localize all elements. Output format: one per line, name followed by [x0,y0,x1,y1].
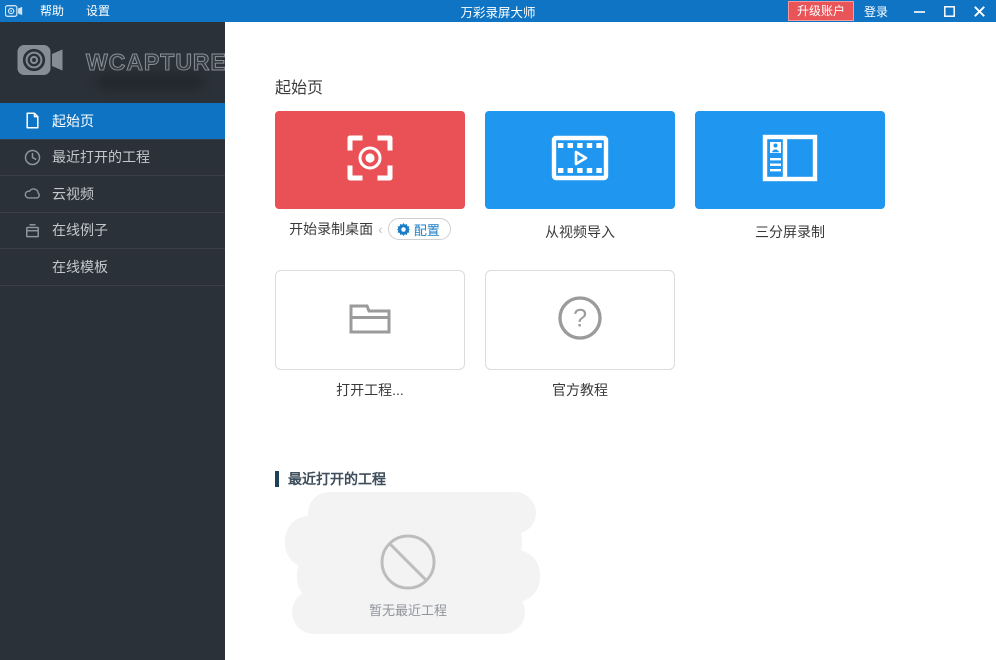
chevron-left-icon: ‹ [378,222,383,236]
minimize-icon [914,6,925,17]
card-label: 开始录制桌面 [289,219,373,239]
blurred-watermark [96,74,204,90]
no-entry-icon [379,533,437,596]
card-label: 从视频导入 [545,222,615,242]
official-tutorial-card[interactable]: ? [485,270,675,370]
split-screen-icon [762,134,818,187]
open-project-label-row: 打开工程... [275,380,465,400]
video-import-label-row: 从视频导入 [485,222,675,242]
question-icon: ? [556,294,604,347]
video-import-card[interactable] [485,111,675,209]
sidebar-item-label: 起始页 [52,111,94,131]
login-button[interactable]: 登录 [864,3,888,20]
sidebar-item-cloud-video[interactable]: 云视频 [0,176,225,213]
sidebar-item-online-templates[interactable]: 在线模板 [0,249,225,286]
brand-name: WCAPTURE [86,49,227,76]
camera-logo-icon [16,41,64,84]
section-accent-bar [275,471,279,487]
card-label: 打开工程... [336,380,404,400]
window-title: 万彩录屏大师 [460,2,535,21]
maximize-icon [944,6,955,17]
maximize-button[interactable] [934,0,964,22]
svg-text:?: ? [573,304,587,332]
sidebar-item-label: 最近打开的工程 [52,147,150,167]
box-icon [24,222,41,239]
clock-icon [24,149,41,166]
config-button[interactable]: 配置 [388,218,451,240]
split-screen-card[interactable] [695,111,885,209]
open-project-card[interactable] [275,270,465,370]
official-tutorial-label-row: 官方教程 [485,380,675,400]
start-recording-card[interactable] [275,111,465,209]
titlebar-right: 升级账户 登录 [788,0,996,22]
page-title: 起始页 [275,74,323,98]
upgrade-account-button[interactable]: 升级账户 [788,1,854,21]
app-window: { "titlebar": { "app_icon": "camera-icon… [0,0,996,660]
camera-icon [5,4,23,18]
card-label: 官方教程 [552,380,608,400]
sidebar-item-recent-projects[interactable]: 最近打开的工程 [0,140,225,177]
sidebar-item-label: 云视频 [52,184,94,204]
card-label: 三分屏录制 [755,222,825,242]
close-button[interactable] [964,0,994,22]
sidebar: WCAPTURE 起始页 最近打开的工程 [0,22,225,660]
video-import-icon [551,135,609,186]
start-recording-label-row: 开始录制桌面 ‹ 配置 [275,218,465,240]
menu-settings[interactable]: 设置 [75,0,121,22]
document-icon [24,112,41,129]
empty-recent-text: 暂无最近工程 [308,600,508,619]
sidebar-item-online-examples[interactable]: 在线例子 [0,213,225,250]
sidebar-item-label: 在线例子 [52,220,108,240]
sidebar-item-label: 在线模板 [52,257,108,277]
recent-projects-header: 最近打开的工程 [275,469,386,489]
screen-record-icon [343,131,397,190]
folder-icon [346,299,394,342]
split-screen-label-row: 三分屏录制 [695,222,885,242]
gear-icon [397,223,410,236]
cloud-icon [24,185,41,202]
sidebar-nav: 起始页 最近打开的工程 云视频 [0,103,225,286]
titlebar: 帮助 设置 万彩录屏大师 升级账户 登录 [0,0,996,22]
sidebar-item-start-page[interactable]: 起始页 [0,103,225,140]
menu-help[interactable]: 帮助 [29,0,75,22]
close-icon [974,6,985,17]
no-icon-spacer [24,258,41,275]
minimize-button[interactable] [904,0,934,22]
config-button-label: 配置 [414,220,440,239]
recent-projects-title: 最近打开的工程 [288,469,386,489]
main-content: 起始页 [225,22,996,660]
